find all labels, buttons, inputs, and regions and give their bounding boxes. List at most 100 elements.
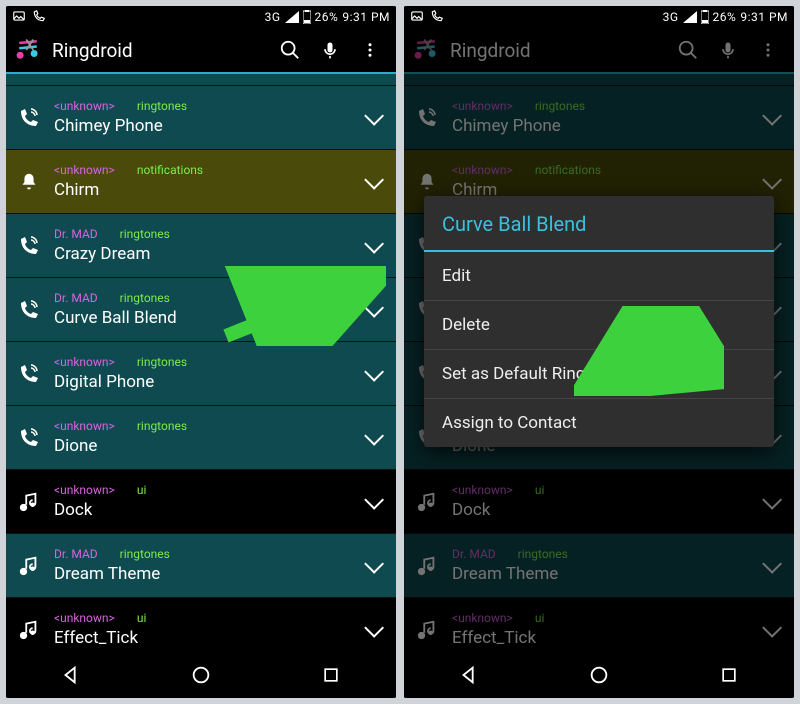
list-item-partial[interactable] bbox=[404, 74, 794, 86]
list-item-title: Chimey Phone bbox=[54, 116, 352, 136]
list-item-artist: <unknown> bbox=[452, 163, 513, 177]
nav-back-button[interactable] bbox=[41, 655, 101, 695]
expand-button[interactable] bbox=[352, 150, 392, 214]
app-bar: Ringdroid bbox=[404, 28, 794, 74]
chevron-down-icon bbox=[364, 617, 384, 637]
status-time: 9:31 PM bbox=[740, 10, 788, 24]
chevron-down-icon bbox=[762, 489, 782, 509]
nav-back-button[interactable] bbox=[439, 655, 499, 695]
expand-button[interactable] bbox=[352, 342, 392, 406]
music-icon bbox=[412, 551, 442, 581]
list-item-title: Effect_Tick bbox=[54, 628, 352, 648]
list-item-text: <unknown>ringtonesChimey Phone bbox=[54, 99, 352, 136]
list-item-artist: Dr. MAD bbox=[54, 291, 98, 305]
expand-button[interactable] bbox=[352, 406, 392, 470]
expand-button[interactable] bbox=[750, 470, 790, 534]
expand-button[interactable] bbox=[352, 278, 392, 342]
nav-home-button[interactable] bbox=[171, 655, 231, 695]
phone-right: 3G 26% 9:31 PM Ringdroid <unknown>ringto… bbox=[404, 6, 794, 698]
chevron-down-icon bbox=[364, 105, 384, 125]
phone-call-icon bbox=[14, 103, 44, 133]
expand-button[interactable] bbox=[750, 86, 790, 150]
list-item-text: <unknown>ringtonesDione bbox=[54, 419, 352, 456]
battery-label: 26% bbox=[315, 10, 339, 24]
list-item-title: Dream Theme bbox=[54, 564, 352, 584]
battery-icon bbox=[701, 10, 709, 24]
list-item-category: ringtones bbox=[137, 419, 187, 433]
voice-button[interactable] bbox=[310, 30, 350, 70]
expand-button[interactable] bbox=[352, 86, 392, 150]
list-item-category: ui bbox=[137, 483, 147, 497]
phone-icon bbox=[430, 9, 444, 26]
phone-call-icon bbox=[14, 231, 44, 261]
phone-icon bbox=[32, 9, 46, 26]
expand-button[interactable] bbox=[352, 598, 392, 651]
list-item[interactable]: Dr. MADringtonesDream Theme bbox=[6, 534, 396, 598]
list-item-title: Dock bbox=[452, 500, 750, 520]
overflow-button[interactable] bbox=[748, 30, 788, 70]
list-item-category: ui bbox=[535, 483, 545, 497]
list-item-category: ringtones bbox=[535, 99, 585, 113]
list-item-title: Chirm bbox=[54, 180, 352, 200]
expand-button[interactable] bbox=[750, 598, 790, 651]
music-icon bbox=[412, 487, 442, 517]
chevron-down-icon bbox=[364, 361, 384, 381]
status-bar: 3G 26% 9:31 PM bbox=[404, 6, 794, 28]
list-item[interactable]: Dr. MAD ringtones Crazy Dream bbox=[6, 214, 396, 278]
list-item-artist: Dr. MAD bbox=[452, 547, 496, 561]
signal-icon bbox=[285, 11, 299, 23]
list-item-category: ringtones bbox=[120, 227, 170, 241]
menu-item-assign-contact[interactable]: Assign to Contact bbox=[424, 399, 774, 447]
list-item-partial[interactable] bbox=[6, 74, 396, 86]
list-item[interactable]: <unknown> ui Dock bbox=[404, 470, 794, 534]
list-item[interactable]: <unknown>uiDock bbox=[6, 470, 396, 534]
menu-item-delete[interactable]: Delete bbox=[424, 301, 774, 350]
overflow-button[interactable] bbox=[350, 30, 390, 70]
image-icon bbox=[410, 9, 424, 26]
search-button[interactable] bbox=[270, 30, 310, 70]
list-item-artist: <unknown> bbox=[54, 483, 115, 497]
list-item-category: ui bbox=[137, 611, 147, 625]
list-item-title: Curve Ball Blend bbox=[54, 308, 352, 328]
list-item-artist: <unknown> bbox=[54, 163, 115, 177]
network-label: 3G bbox=[265, 10, 281, 24]
list-item[interactable]: Dr. MADringtonesDream Theme bbox=[404, 534, 794, 598]
nav-bar bbox=[6, 652, 396, 698]
expand-button[interactable] bbox=[750, 534, 790, 598]
list-item-text: <unknown> ui Dock bbox=[452, 483, 750, 520]
app-bar: Ringdroid bbox=[6, 28, 396, 74]
list-item-title: Crazy Dream bbox=[54, 244, 352, 264]
search-button[interactable] bbox=[668, 30, 708, 70]
music-icon bbox=[14, 615, 44, 645]
list-item-text: Dr. MADringtonesDream Theme bbox=[452, 547, 750, 584]
app-logo-icon bbox=[14, 36, 42, 64]
nav-recents-button[interactable] bbox=[699, 655, 759, 695]
list-item[interactable]: <unknown>ringtonesChimey Phone bbox=[404, 86, 794, 150]
list-item[interactable]: <unknown>uiEffect_Tick bbox=[6, 598, 396, 650]
nav-recents-button[interactable] bbox=[301, 655, 361, 695]
list-item-artist: <unknown> bbox=[452, 611, 513, 625]
list-item[interactable]: <unknown>notificationsChirm bbox=[6, 150, 396, 214]
list-item-artist: <unknown> bbox=[452, 483, 513, 497]
list-item-text: Dr. MADringtonesDream Theme bbox=[54, 547, 352, 584]
expand-button[interactable] bbox=[352, 534, 392, 598]
expand-button[interactable] bbox=[352, 470, 392, 534]
list-item-artist: Dr. MAD bbox=[54, 227, 98, 241]
list-item[interactable]: <unknown>uiEffect_Tick bbox=[404, 598, 794, 650]
menu-item-set-default[interactable]: Set as Default Ringtone bbox=[424, 350, 774, 399]
voice-button[interactable] bbox=[708, 30, 748, 70]
list-item[interactable]: <unknown>ringtonesDigital Phone bbox=[6, 342, 396, 406]
sound-list[interactable]: <unknown>ringtonesChimey Phone<unknown>n… bbox=[6, 74, 396, 650]
nav-home-button[interactable] bbox=[569, 655, 629, 695]
list-item-artist: <unknown> bbox=[54, 419, 115, 433]
expand-button[interactable] bbox=[352, 214, 392, 278]
menu-item-edit[interactable]: Edit bbox=[424, 252, 774, 301]
list-item-category: ringtones bbox=[120, 291, 170, 305]
list-item[interactable]: <unknown>ringtonesDione bbox=[6, 406, 396, 470]
list-item-title: Digital Phone bbox=[54, 372, 352, 392]
list-item-category: ringtones bbox=[120, 547, 170, 561]
list-item[interactable]: Dr. MAD ringtones Curve Ball Blend bbox=[6, 278, 396, 342]
list-item[interactable]: <unknown>ringtonesChimey Phone bbox=[6, 86, 396, 150]
bell-icon bbox=[14, 167, 44, 197]
phone-call-icon bbox=[14, 423, 44, 453]
